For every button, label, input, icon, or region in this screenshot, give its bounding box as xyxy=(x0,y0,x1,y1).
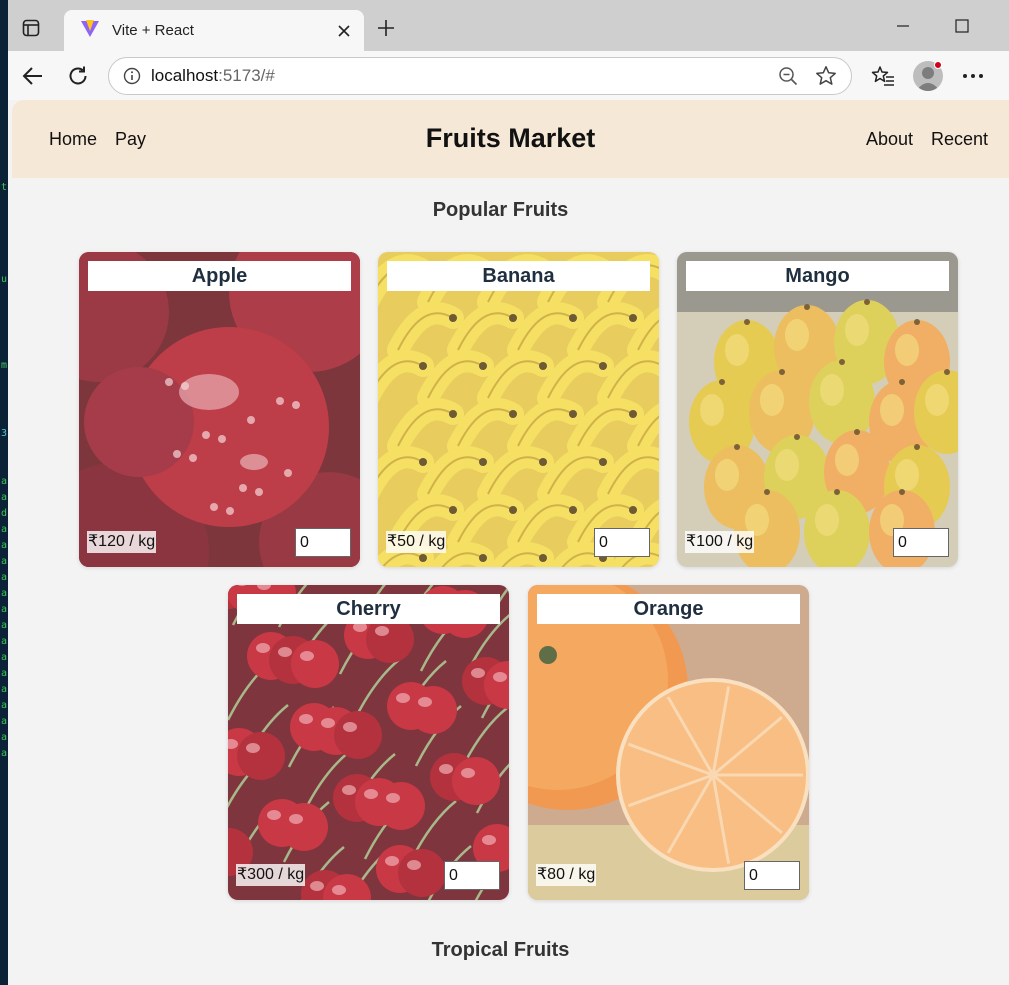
fruit-card-orange: Orange ₹80 / kg xyxy=(528,585,809,900)
zoom-out-icon[interactable] xyxy=(769,61,807,91)
fruit-name: Cherry xyxy=(237,594,500,624)
address-bar[interactable]: localhost:5173/# xyxy=(108,57,852,95)
fruit-name: Apple xyxy=(88,261,351,291)
url-path: :5173/# xyxy=(218,66,275,85)
fruit-card-banana: Banana ₹50 / kg xyxy=(378,252,659,567)
favorites-icon[interactable] xyxy=(868,61,898,91)
refresh-icon[interactable] xyxy=(63,61,93,91)
url-text[interactable]: localhost:5173/# xyxy=(151,66,769,86)
quantity-input[interactable] xyxy=(744,861,800,890)
section-title-popular: Popular Fruits xyxy=(432,199,569,221)
fruit-price: ₹80 / kg xyxy=(536,864,597,886)
nav-about-link[interactable]: About xyxy=(866,129,913,150)
fruit-card-apple: Apple ₹120 / kg xyxy=(79,252,360,567)
image-overlay xyxy=(677,252,958,567)
plus-icon[interactable] xyxy=(372,14,400,42)
close-icon[interactable] xyxy=(330,17,358,45)
section-title-tropical: Tropical Fruits xyxy=(431,939,570,961)
more-icon[interactable] xyxy=(958,61,988,91)
back-arrow-icon[interactable] xyxy=(18,61,48,91)
tab-actions-icon[interactable] xyxy=(18,15,44,41)
page-viewport: Fruits Market Home Pay About Recent Popu… xyxy=(8,100,1009,985)
fruit-name: Orange xyxy=(537,594,800,624)
quantity-input[interactable] xyxy=(594,528,650,557)
site-brand: Fruits Market xyxy=(425,123,596,153)
quantity-input[interactable] xyxy=(295,528,351,557)
fruit-price: ₹100 / kg xyxy=(685,531,755,553)
fruit-price: ₹50 / kg xyxy=(386,531,447,553)
quantity-input[interactable] xyxy=(893,528,949,557)
image-overlay xyxy=(228,585,509,900)
nav-pay-link[interactable]: Pay xyxy=(115,129,146,150)
quantity-input[interactable] xyxy=(444,861,500,890)
nav-home-link[interactable]: Home xyxy=(49,129,97,150)
address-toolbar: localhost:5173/# xyxy=(8,51,1009,100)
nav-recent-link[interactable]: Recent xyxy=(931,129,988,150)
browser-window: Vite + React localhost:5173/# Fruits Mar… xyxy=(8,0,1009,985)
minimize-icon[interactable] xyxy=(883,12,923,40)
star-icon[interactable] xyxy=(807,61,845,91)
url-host: localhost xyxy=(151,66,219,85)
image-overlay xyxy=(79,252,360,567)
fruit-price: ₹120 / kg xyxy=(87,531,157,553)
site-navbar: Fruits Market Home Pay About Recent xyxy=(12,100,1009,178)
notification-dot xyxy=(934,61,942,69)
tab-title: Vite + React xyxy=(112,22,194,39)
maximize-icon[interactable] xyxy=(942,12,982,40)
vite-logo-icon xyxy=(80,18,100,43)
fruit-name: Mango xyxy=(686,261,949,291)
fruit-price: ₹300 / kg xyxy=(236,864,306,886)
info-icon[interactable] xyxy=(113,67,151,85)
image-overlay xyxy=(528,585,809,900)
fruit-name: Banana xyxy=(387,261,650,291)
browser-tab-active[interactable]: Vite + React xyxy=(64,10,364,51)
tab-strip: Vite + React xyxy=(8,0,1009,51)
image-overlay xyxy=(378,252,659,567)
fruit-card-mango: Mango ₹100 / kg xyxy=(677,252,958,567)
fruit-card-cherry: Cherry ₹300 / kg xyxy=(228,585,509,900)
